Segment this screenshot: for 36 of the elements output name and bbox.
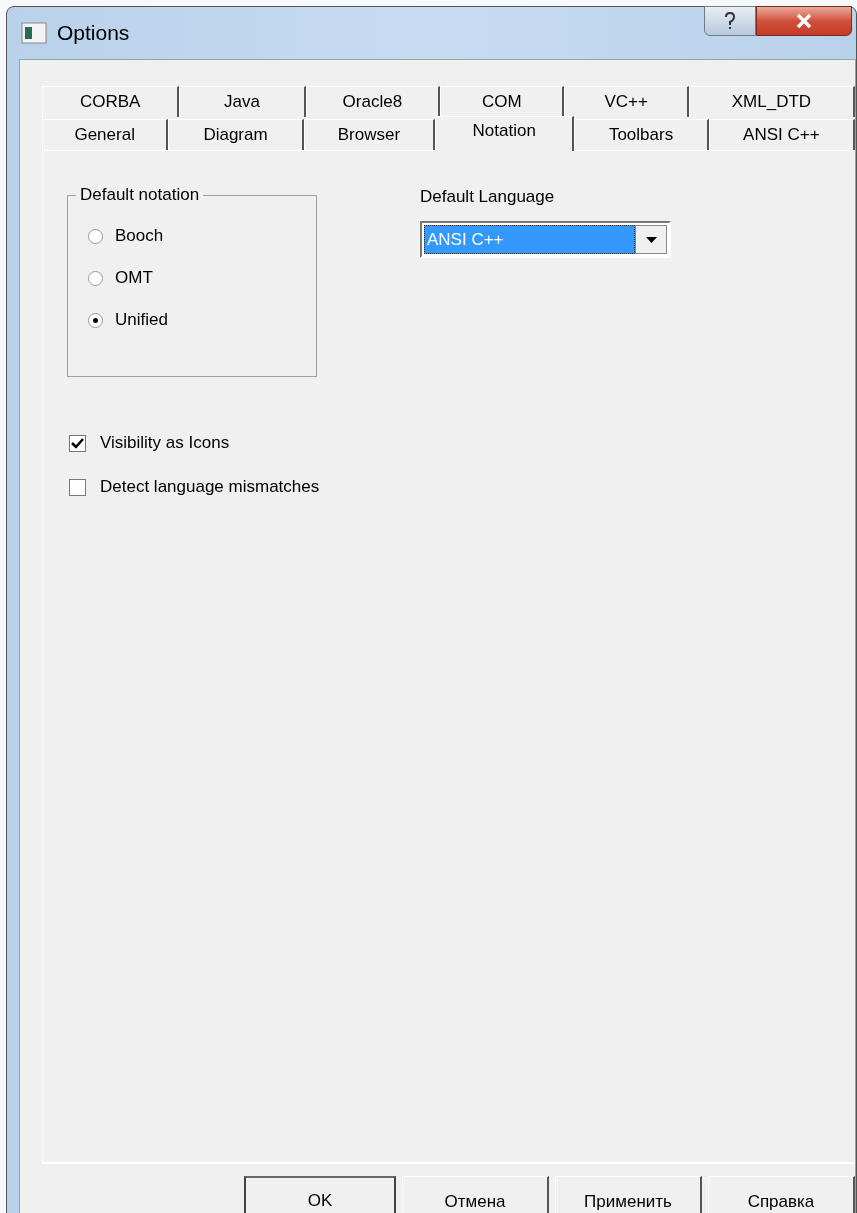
help-icon bbox=[724, 12, 736, 30]
tab[interactable]: Java bbox=[179, 86, 306, 117]
close-icon bbox=[795, 13, 813, 29]
close-button[interactable] bbox=[756, 6, 852, 36]
window-icon bbox=[21, 22, 47, 44]
tab[interactable]: VC++ bbox=[564, 86, 689, 117]
checkbox-label: Detect language mismatches bbox=[100, 477, 320, 497]
dialog-button[interactable]: Применить bbox=[555, 1176, 702, 1213]
window-title: Options bbox=[57, 20, 130, 47]
tab[interactable]: General bbox=[42, 119, 169, 150]
tab[interactable]: ANSI C++ bbox=[708, 119, 855, 150]
tab[interactable]: Oracle8 bbox=[305, 86, 441, 117]
radio-label: Unified bbox=[115, 310, 168, 330]
radio-button[interactable] bbox=[88, 228, 103, 244]
dialog-button[interactable]: OK bbox=[244, 1176, 396, 1213]
caret-icon bbox=[645, 236, 657, 243]
help-button[interactable] bbox=[704, 6, 756, 36]
tab[interactable]: Diagram bbox=[168, 119, 304, 150]
checkbox[interactable] bbox=[69, 478, 86, 496]
dropdown-arrow-button[interactable] bbox=[635, 225, 667, 254]
checkbox-label: Visibility as Icons bbox=[100, 433, 230, 453]
dialog-button[interactable]: Справка bbox=[708, 1176, 855, 1213]
dropdown-value: ANSI C++ bbox=[424, 225, 635, 254]
radio-label: OMT bbox=[115, 268, 153, 288]
checkbox[interactable] bbox=[69, 434, 86, 452]
tab[interactable]: Notation bbox=[435, 116, 575, 151]
language-label: Default Language bbox=[420, 187, 556, 207]
tab[interactable]: COM bbox=[440, 86, 565, 117]
radio-label: Booch bbox=[115, 226, 164, 246]
dialog-button[interactable]: Отмена bbox=[402, 1176, 549, 1213]
tab[interactable]: Browser bbox=[303, 119, 436, 150]
radio-button[interactable] bbox=[88, 312, 103, 328]
tab[interactable]: XML_DTD bbox=[688, 86, 855, 117]
tab[interactable]: Toolbars bbox=[574, 119, 709, 150]
radio-button[interactable] bbox=[88, 270, 103, 286]
tab[interactable]: CORBA bbox=[42, 86, 180, 117]
